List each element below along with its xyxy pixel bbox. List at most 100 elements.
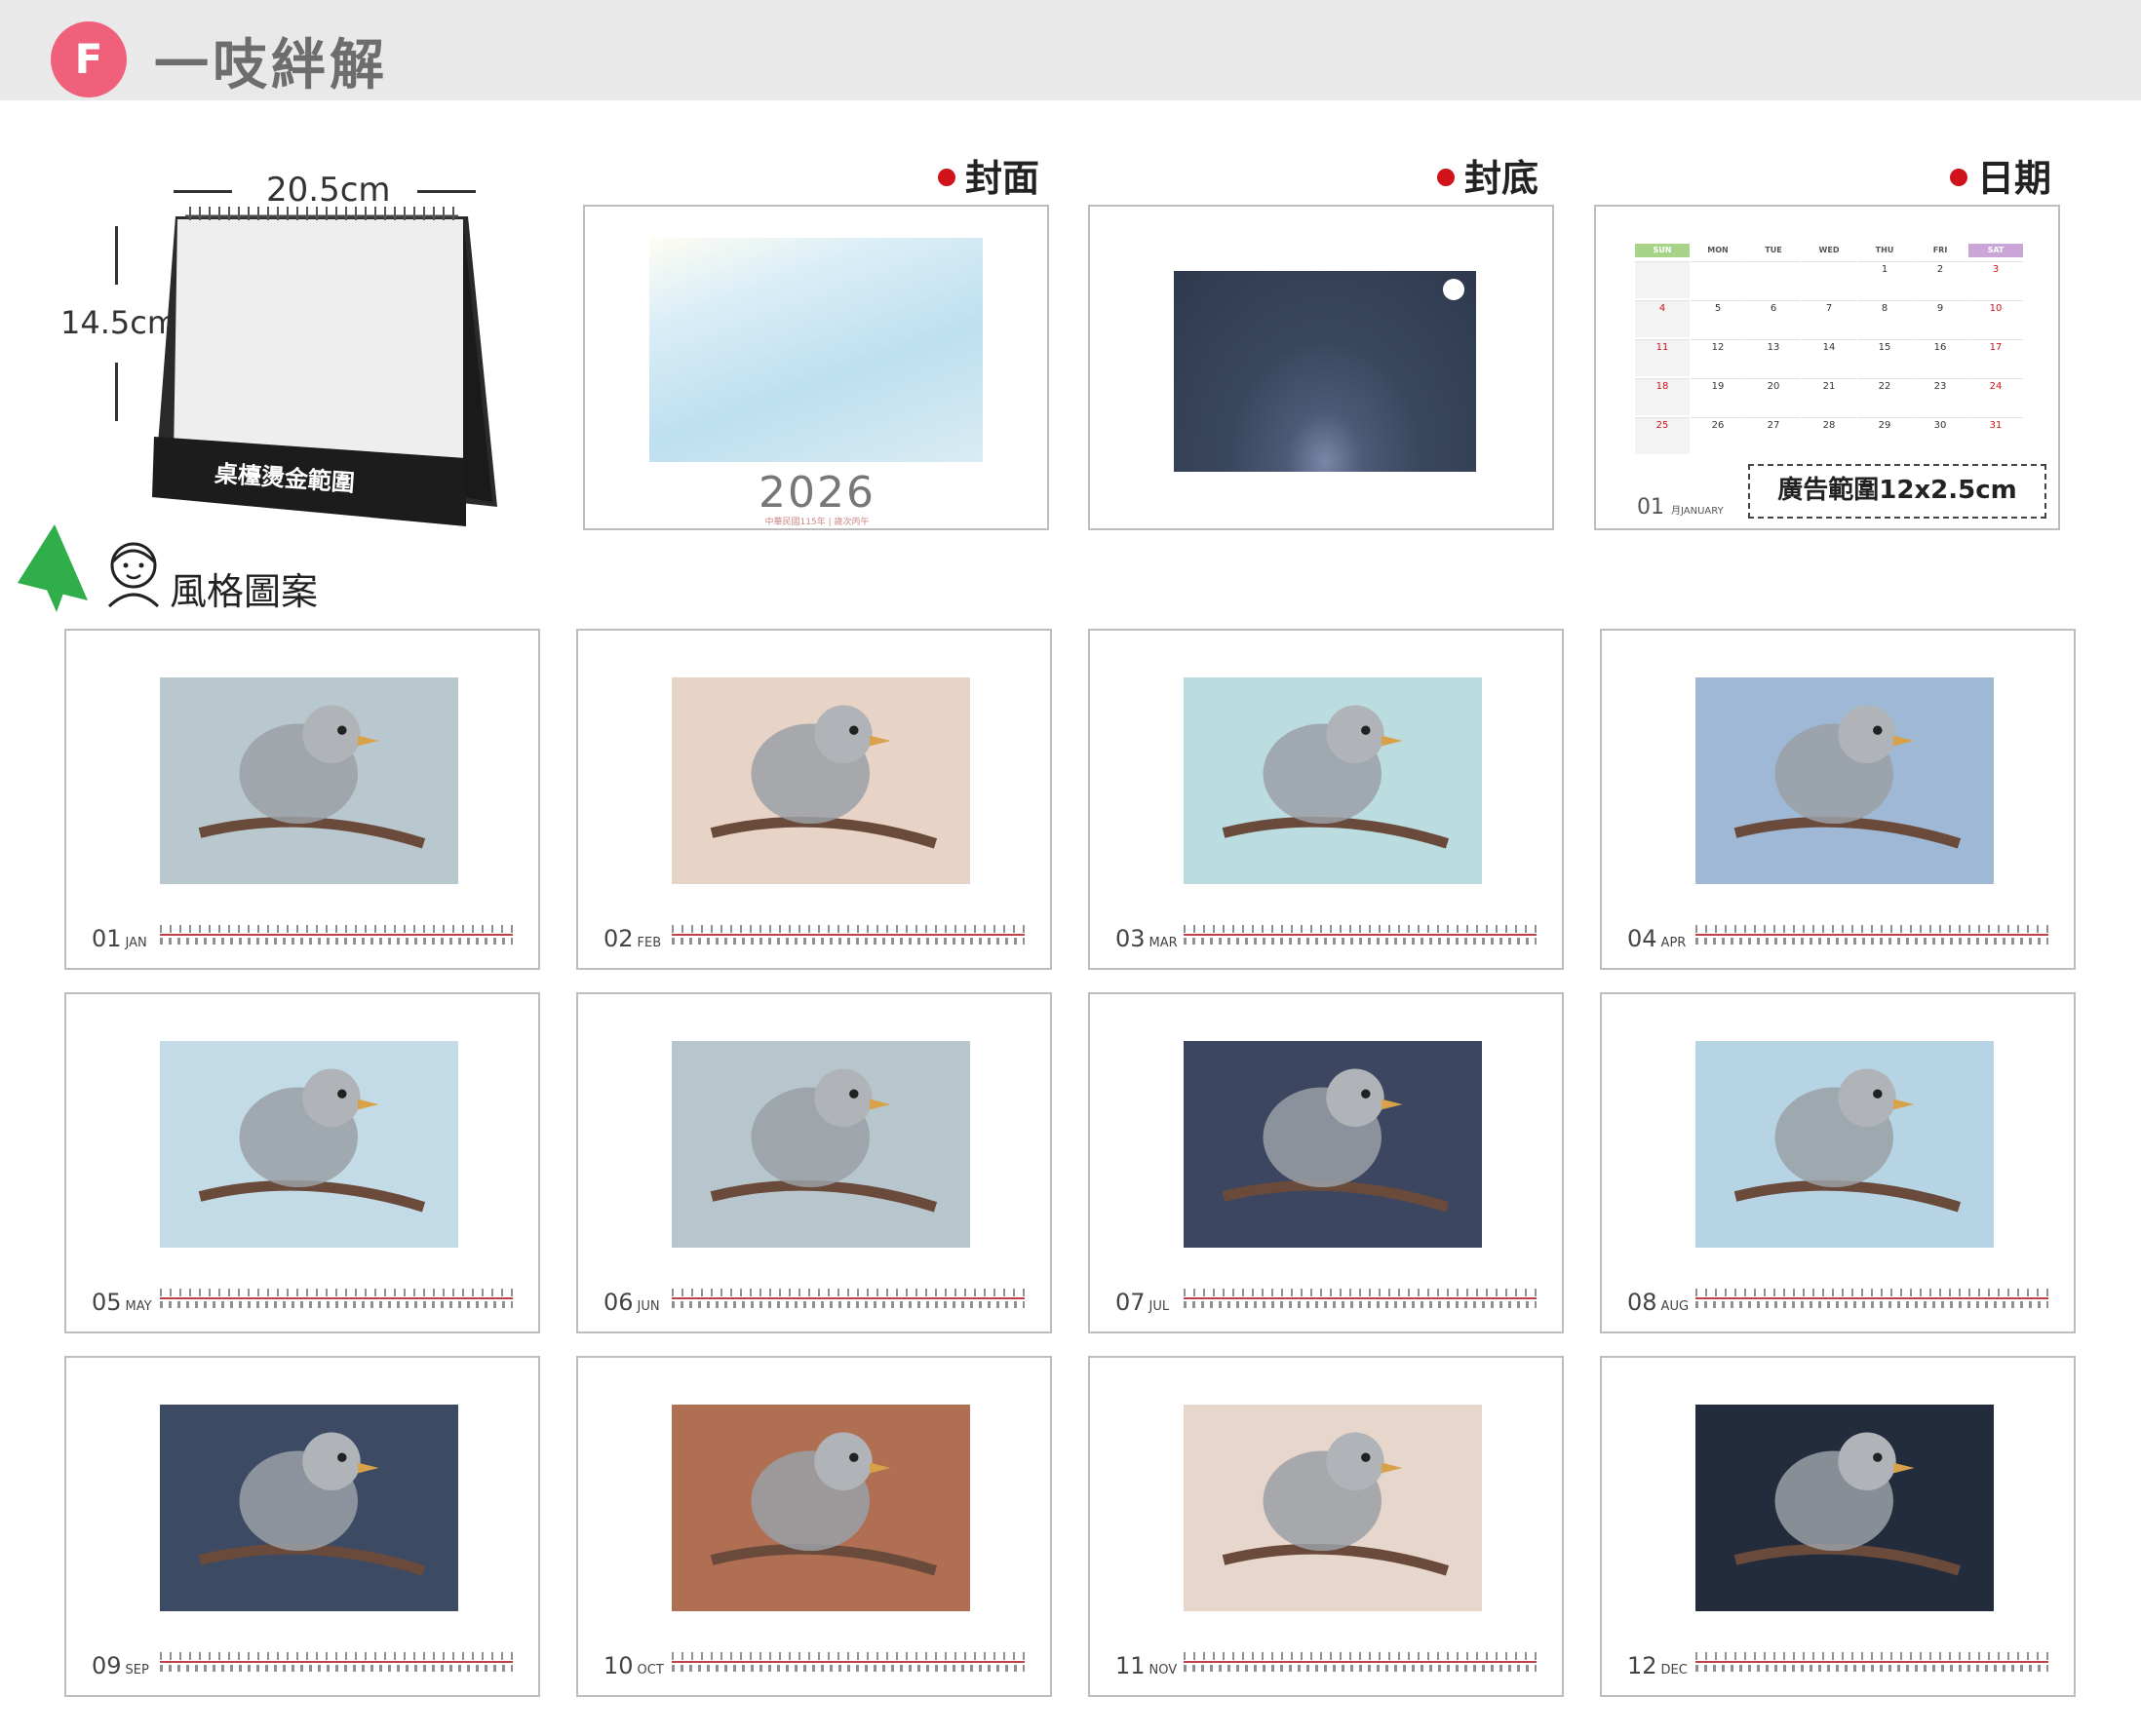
month-card: 10 OCT bbox=[576, 1356, 1052, 1697]
calendar-day-cell: 25 bbox=[1635, 417, 1690, 454]
month-number: 04 bbox=[1627, 925, 1657, 952]
month-number: 01 bbox=[92, 925, 122, 952]
calendar-day-cell: 14 bbox=[1802, 339, 1856, 376]
calendar-month-label: 01 月JANUARY bbox=[1637, 495, 1724, 520]
cover-preview: 2026 中華民國115年 | 歲次丙午 bbox=[583, 205, 1049, 530]
calendar-day-cell: 3 bbox=[1968, 261, 2023, 298]
day-strip bbox=[1695, 1289, 2048, 1310]
calendar-day-cell bbox=[1635, 261, 1690, 298]
calendar-day-cell: 27 bbox=[1746, 417, 1801, 454]
calendar-day-cell bbox=[1691, 261, 1745, 298]
calendar-day-header: MON bbox=[1707, 246, 1729, 254]
month-label: 07 JUL bbox=[1115, 1289, 1169, 1316]
month-number: 11 bbox=[1115, 1652, 1146, 1679]
cover-subtitle: 中華民國115年 | 歲次丙午 bbox=[764, 518, 870, 527]
red-dot-icon bbox=[1950, 168, 1967, 186]
month-number: 07 bbox=[1115, 1289, 1146, 1316]
calendar-day-cell: 31 bbox=[1968, 417, 2023, 454]
day-strip bbox=[1184, 925, 1537, 946]
bird-illustration bbox=[1733, 1432, 1962, 1576]
month-label: 09 SEP bbox=[92, 1652, 149, 1679]
month-small: 月 bbox=[1671, 506, 1681, 517]
calendar-day-cell bbox=[1802, 261, 1856, 298]
calendar-day-header: THU bbox=[1875, 246, 1894, 254]
month-abbr: OCT bbox=[637, 1663, 664, 1678]
bird-illustration bbox=[710, 705, 938, 849]
dates-section-label: 日期 bbox=[1950, 148, 2051, 202]
month-label: 01 JAN bbox=[92, 925, 147, 952]
month-number: 10 bbox=[603, 1652, 634, 1679]
month-label: 05 MAY bbox=[92, 1289, 152, 1316]
calendar-day-cell: 29 bbox=[1857, 417, 1912, 454]
calendar-day-cell: 20 bbox=[1746, 378, 1801, 415]
month-card: 06 JUN bbox=[576, 992, 1052, 1333]
calendar-day-cell: 16 bbox=[1913, 339, 1967, 376]
calendar-day-cell: 10 bbox=[1968, 300, 2023, 337]
calendar-day-header: FRI bbox=[1932, 246, 1948, 254]
calendar-day-cell: 26 bbox=[1691, 417, 1745, 454]
month-label: 06 JUN bbox=[603, 1289, 660, 1316]
month-label: 10 OCT bbox=[603, 1652, 664, 1679]
dimension-line bbox=[115, 226, 118, 285]
back-preview bbox=[1088, 205, 1554, 530]
calendar-day-cell: 4 bbox=[1635, 300, 1690, 337]
red-dot-icon bbox=[1437, 168, 1455, 186]
day-strip bbox=[160, 1289, 513, 1310]
month-card: 07 JUL bbox=[1088, 992, 1564, 1333]
month-card: 05 MAY bbox=[64, 992, 540, 1333]
cover-section-label: 封面 bbox=[938, 148, 1039, 202]
back-section-label: 封底 bbox=[1437, 148, 1538, 202]
calendar-day-cell: 18 bbox=[1635, 378, 1690, 415]
month-abbr: AUG bbox=[1660, 1299, 1690, 1314]
month-abbr: JUL bbox=[1148, 1299, 1170, 1314]
bird-illustration bbox=[198, 1432, 426, 1576]
calendar-day-cell: 2 bbox=[1913, 261, 1967, 298]
month-card: 02 FEB bbox=[576, 629, 1052, 970]
calendar-day-cell: 23 bbox=[1913, 378, 1967, 415]
calendar-day-cell: 7 bbox=[1802, 300, 1856, 337]
calendar-day-cell: 15 bbox=[1857, 339, 1912, 376]
calendar-day-cell: 22 bbox=[1857, 378, 1912, 415]
day-strip bbox=[160, 1652, 513, 1674]
month-abbr: SEP bbox=[125, 1663, 149, 1678]
calendar-day-cell: 17 bbox=[1968, 339, 2023, 376]
day-strip bbox=[672, 1652, 1025, 1674]
bird-illustration bbox=[1733, 705, 1962, 849]
calendar-day-cell: 24 bbox=[1968, 378, 2023, 415]
month-number: 01 bbox=[1637, 495, 1664, 520]
calendar-day-cell: 12 bbox=[1691, 339, 1745, 376]
calendar-day-cell: 8 bbox=[1857, 300, 1912, 337]
day-strip bbox=[1695, 925, 2048, 946]
calendar-day-cell: 5 bbox=[1691, 300, 1745, 337]
month-abbr: FEB bbox=[637, 936, 662, 950]
cover-year: 2026 bbox=[759, 468, 876, 518]
back-night-image bbox=[1174, 271, 1476, 472]
day-strip bbox=[672, 1289, 1025, 1310]
calendar-day-header: WED bbox=[1818, 246, 1840, 254]
calendar-day-cell: 9 bbox=[1913, 300, 1967, 337]
girl-doodle-icon bbox=[107, 542, 160, 608]
month-label: 08 AUG bbox=[1627, 1289, 1689, 1316]
calendar-day-cell: 13 bbox=[1746, 339, 1801, 376]
ad-area-box: 廣告範圍12x2.5cm bbox=[1748, 464, 2046, 519]
section-badge: F bbox=[51, 21, 127, 97]
bird-illustration bbox=[1222, 1068, 1450, 1213]
bird-illustration bbox=[198, 1068, 426, 1213]
month-abbr: APR bbox=[1660, 936, 1687, 950]
month-label: 12 DEC bbox=[1627, 1652, 1688, 1679]
day-strip bbox=[160, 925, 513, 946]
month-card: 03 MAR bbox=[1088, 629, 1564, 970]
month-number: 02 bbox=[603, 925, 634, 952]
green-triangle-icon bbox=[18, 524, 88, 612]
month-number: 12 bbox=[1627, 1652, 1657, 1679]
calendar-day-cell: 1 bbox=[1857, 261, 1912, 298]
bird-illustration bbox=[1733, 1068, 1962, 1213]
month-card: 08 AUG bbox=[1600, 992, 2076, 1333]
month-number: 05 bbox=[92, 1289, 122, 1316]
month-abbr: NOV bbox=[1148, 1663, 1178, 1678]
month-card: 11 NOV bbox=[1088, 1356, 1564, 1697]
section-title: 一吱絆解 bbox=[154, 34, 388, 97]
day-strip bbox=[1184, 1289, 1537, 1310]
calendar-day-cell: 28 bbox=[1802, 417, 1856, 454]
month-label: 11 NOV bbox=[1115, 1652, 1177, 1679]
